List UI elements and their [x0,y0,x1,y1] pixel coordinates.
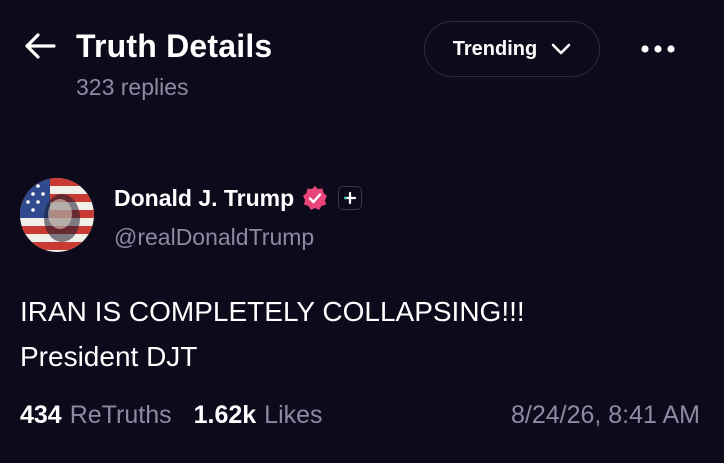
retruths-stat[interactable]: 434 ReTruths [20,398,172,432]
avatar-image [20,178,94,252]
retruths-label: ReTruths [69,401,172,429]
post-timestamp: 8/24/26, 8:41 AM [510,401,700,429]
post-stats: 434 ReTruths 1.62k Likes [20,398,323,432]
more-horizontal-icon [641,45,675,53]
author-handle[interactable]: @realDonaldTrump [114,222,314,252]
follow-button[interactable] [338,186,363,210]
plus-icon [344,191,357,205]
author-name-row: Donald J. Trump [114,183,363,213]
likes-label: Likes [264,401,323,429]
chevron-down-icon [551,43,571,55]
likes-count: 1.62k [193,401,257,429]
author-avatar[interactable] [20,178,94,252]
verified-badge-icon [302,185,328,211]
trending-label: Trending [452,37,538,60]
back-button[interactable] [22,28,58,64]
page-title: Truth Details [76,28,273,64]
post-body: IRAN IS COMPLETELY COLLAPSING!!! Preside… [20,289,700,379]
arrow-left-icon [25,33,56,59]
post-body-line: President DJT [20,341,198,372]
author-name[interactable]: Donald J. Trump [114,183,294,213]
likes-stat[interactable]: 1.62k Likes [194,398,323,432]
reply-count: 323 replies [76,74,189,100]
post-body-line: IRAN IS COMPLETELY COLLAPSING!!! [20,296,525,327]
truth-details-page: Truth Details 323 replies Trending Donal… [0,0,724,463]
retruths-count: 434 [20,401,62,429]
trending-dropdown[interactable]: Trending [424,21,600,77]
more-options-button[interactable] [636,32,680,66]
